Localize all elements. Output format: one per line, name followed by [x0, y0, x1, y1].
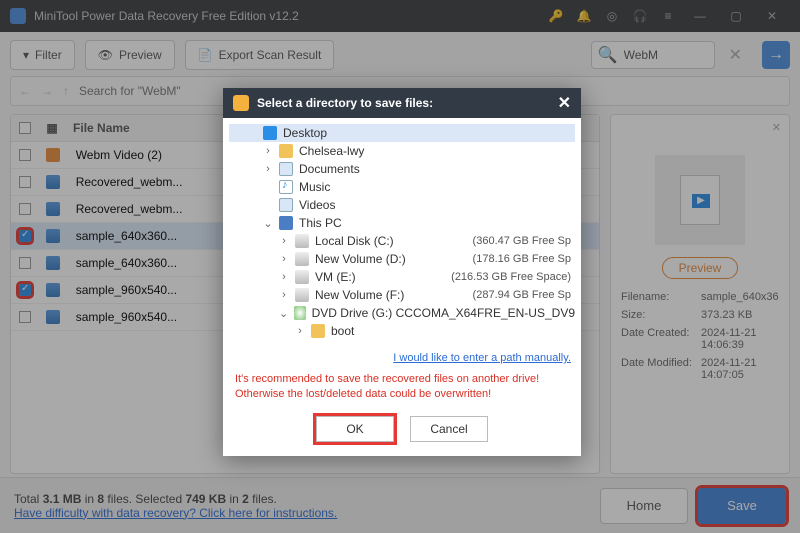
dialog-title-bar: Select a directory to save files: ✕ — [223, 88, 581, 118]
dialog-cancel-button[interactable]: Cancel — [410, 416, 488, 442]
folder-icon — [311, 324, 325, 338]
tree-node-vol-f[interactable]: › New Volume (F:) (287.94 GB Free Sp — [229, 286, 575, 304]
tree-node-dvd-g[interactable]: ⌄ DVD Drive (G:) CCCOMA_X64FRE_EN-US_DV9 — [229, 304, 575, 322]
chevron-right-icon[interactable]: › — [279, 235, 289, 247]
folder-icon — [279, 144, 293, 158]
tree-label: Chelsea-lwy — [299, 144, 364, 158]
free-space: (216.53 GB Free Space) — [451, 271, 575, 283]
tree-node-vm-e[interactable]: › VM (E:) (216.53 GB Free Space) — [229, 268, 575, 286]
tree-node-videos[interactable]: Videos — [229, 196, 575, 214]
chevron-right-icon[interactable]: › — [263, 145, 273, 157]
chevron-right-icon[interactable]: › — [279, 271, 289, 283]
free-space: (360.47 GB Free Sp — [473, 235, 575, 247]
tree-node-music[interactable]: Music — [229, 178, 575, 196]
tree-label: Music — [299, 180, 330, 194]
dialog-close-icon[interactable]: ✕ — [558, 93, 571, 113]
chevron-down-icon[interactable]: ⌄ — [279, 307, 288, 320]
manual-path-link[interactable]: I would like to enter a path manually. — [393, 352, 571, 364]
tree-node-boot[interactable]: › boot — [229, 322, 575, 340]
tree-node-desktop[interactable]: Desktop — [229, 124, 575, 142]
tree-label: Documents — [299, 162, 360, 176]
tree-label: DVD Drive (G:) CCCOMA_X64FRE_EN-US_DV9 — [312, 306, 575, 320]
tree-label: boot — [331, 324, 354, 338]
free-space: (178.16 GB Free Sp — [473, 253, 575, 265]
tree-label: New Volume (F:) — [315, 288, 404, 302]
dvd-icon — [294, 306, 305, 320]
tree-label: New Volume (D:) — [315, 252, 406, 266]
tree-node-user[interactable]: › Chelsea-lwy — [229, 142, 575, 160]
dialog-icon — [233, 95, 249, 111]
tree-label: This PC — [299, 216, 342, 230]
tree-node-vol-d[interactable]: › New Volume (D:) (178.16 GB Free Sp — [229, 250, 575, 268]
desktop-icon — [263, 126, 277, 140]
tree-node-thispc[interactable]: ⌄ This PC — [229, 214, 575, 232]
dialog-ok-button[interactable]: OK — [316, 416, 394, 442]
tree-label: Desktop — [283, 126, 327, 140]
tree-label: Videos — [299, 198, 335, 212]
drive-icon — [295, 270, 309, 284]
documents-icon — [279, 162, 293, 176]
tree-node-documents[interactable]: › Documents — [229, 160, 575, 178]
dialog-title: Select a directory to save files: — [257, 96, 433, 110]
pc-icon — [279, 216, 293, 230]
tree-label: Local Disk (C:) — [315, 234, 394, 248]
dialog-warning: It's recommended to save the recovered f… — [223, 368, 581, 410]
drive-icon — [295, 234, 309, 248]
free-space: (287.94 GB Free Sp — [473, 289, 575, 301]
folder-tree: Desktop › Chelsea-lwy › Documents Music Vi… — [223, 118, 581, 346]
tree-label: VM (E:) — [315, 270, 356, 284]
chevron-right-icon[interactable]: › — [263, 163, 273, 175]
drive-icon — [295, 252, 309, 266]
drive-icon — [295, 288, 309, 302]
chevron-right-icon[interactable]: › — [279, 289, 289, 301]
videos-icon — [279, 198, 293, 212]
save-directory-dialog: Select a directory to save files: ✕ Desk… — [223, 88, 581, 456]
chevron-down-icon[interactable]: ⌄ — [263, 217, 273, 230]
chevron-right-icon[interactable]: › — [295, 325, 305, 337]
chevron-right-icon[interactable]: › — [279, 253, 289, 265]
music-icon — [279, 180, 293, 194]
tree-node-local-c[interactable]: › Local Disk (C:) (360.47 GB Free Sp — [229, 232, 575, 250]
